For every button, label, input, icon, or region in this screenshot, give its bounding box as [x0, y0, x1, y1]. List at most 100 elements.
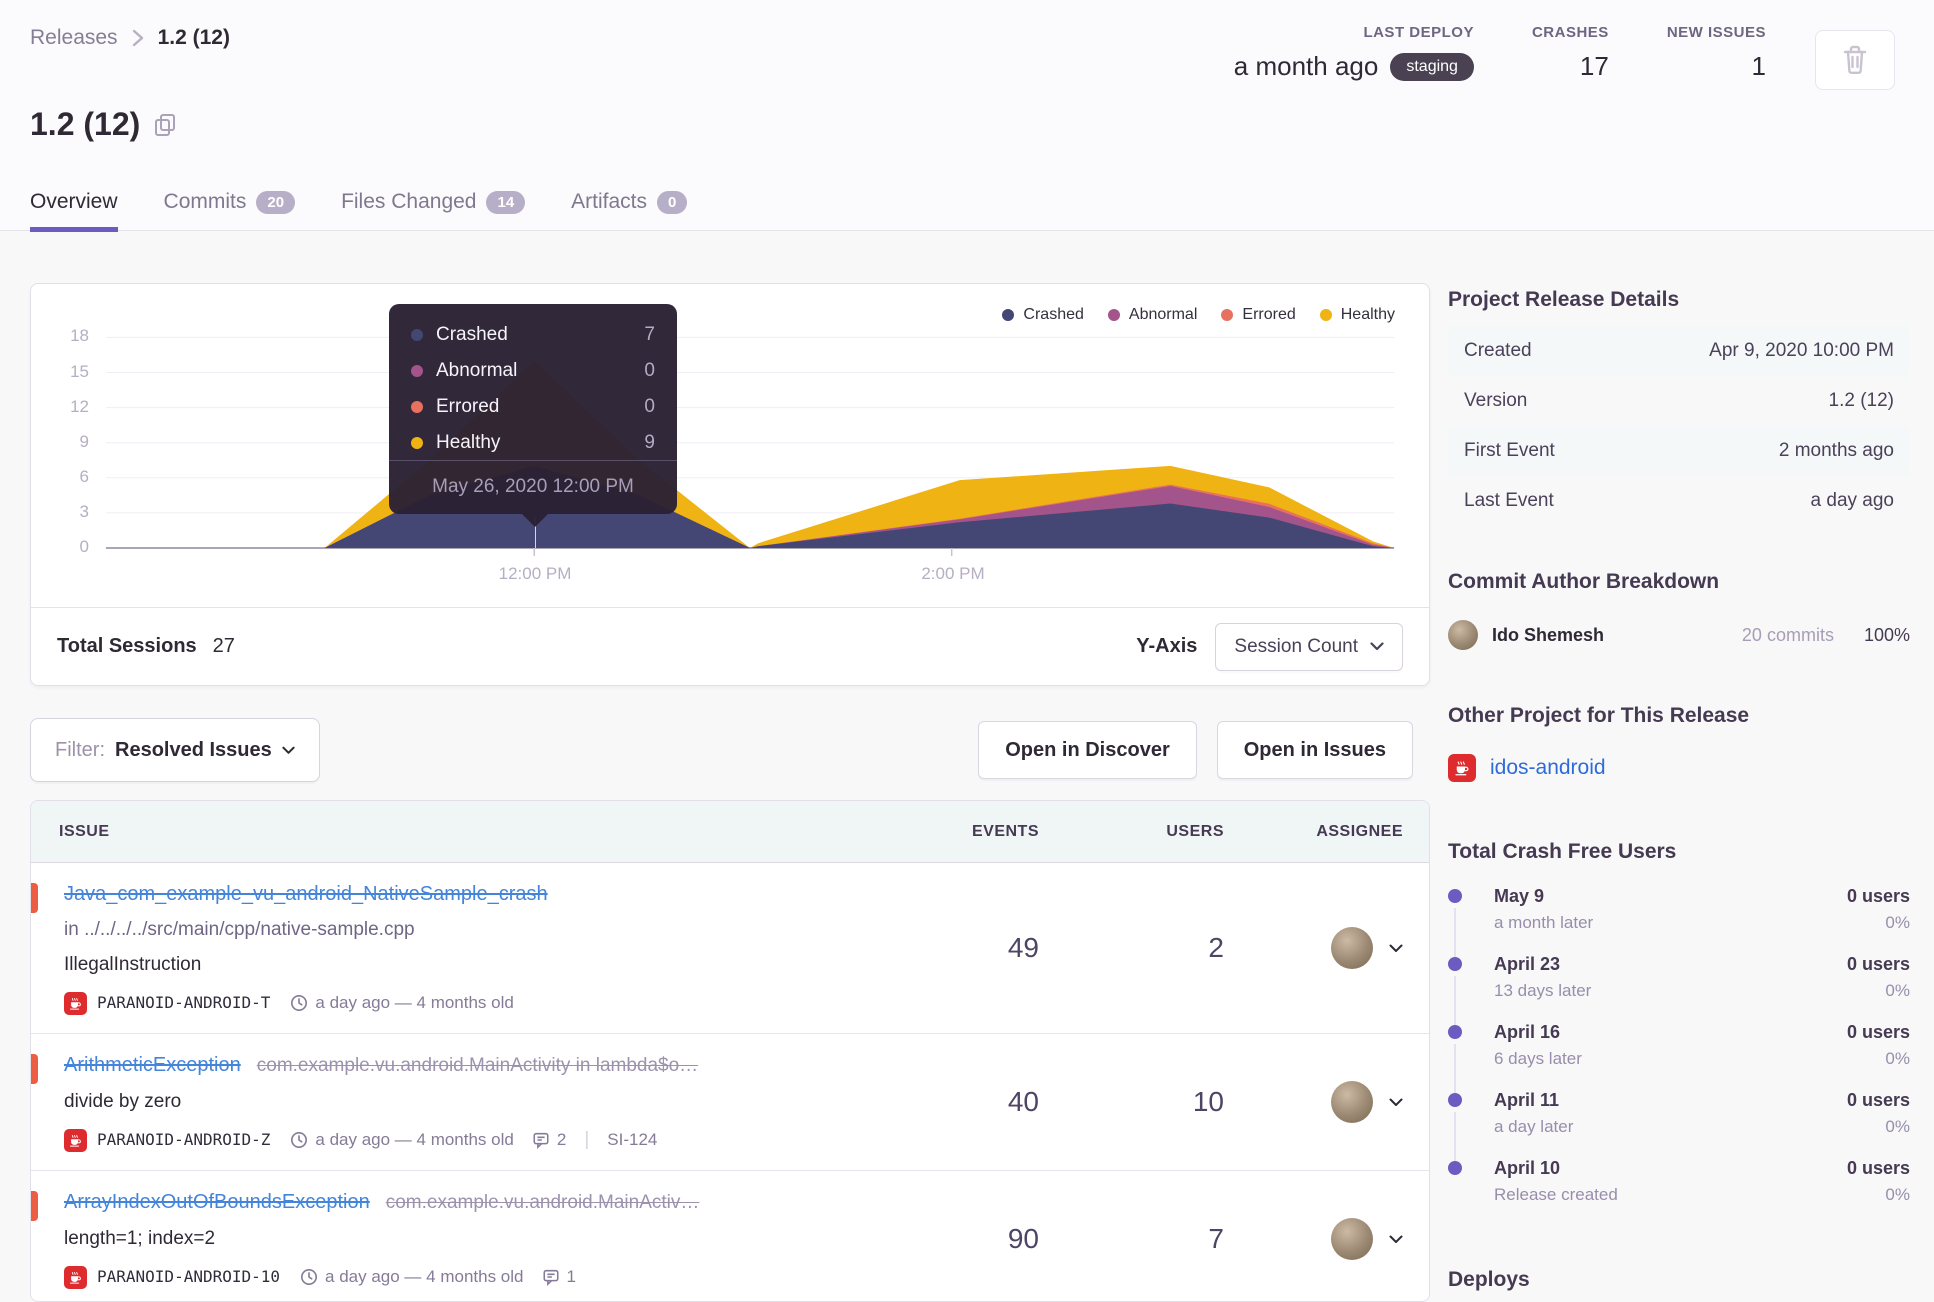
sessions-chart-card: 0 3 6 9 12 15 18 12:00 PM 2:00 PM Crashed Abnor…: [30, 283, 1430, 686]
clock-icon: [300, 1268, 318, 1286]
delete-release-button[interactable]: [1815, 30, 1895, 90]
sessions-area-chart-svg: [105, 336, 1395, 556]
legend-item-abnormal[interactable]: Abnormal: [1107, 306, 1198, 324]
timeline-dot-icon: [1448, 1161, 1462, 1175]
timeline-entry: May 9 a month later 0 users 0%: [1448, 886, 1910, 960]
project-slug: PARANOID-ANDROID-T: [97, 993, 271, 1012]
legend-item-errored[interactable]: Errored: [1221, 306, 1296, 324]
assignee-dropdown[interactable]: [1224, 927, 1429, 969]
assignee-avatar: [1331, 1218, 1373, 1260]
legend-abnormal-label: Abnormal: [1128, 306, 1198, 323]
tab-bar: Overview Commits 20 Files Changed 14 Art…: [30, 190, 688, 232]
assignee-dropdown[interactable]: [1224, 1081, 1429, 1123]
timeline-percent: 0%: [1885, 1117, 1910, 1136]
clock-icon: [290, 994, 308, 1012]
y-axis-select[interactable]: Session Count: [1215, 622, 1403, 671]
tooltip-errored-value: 0: [644, 396, 655, 417]
project-avatar-icon: [64, 991, 87, 1015]
chevron-down-icon: [1389, 1098, 1403, 1107]
chart-tooltip: Crashed 7 Abnormal 0 Errored 0 Healthy 9…: [389, 304, 677, 527]
breadcrumb-releases-link[interactable]: Releases: [30, 26, 118, 50]
chevron-down-icon: [282, 746, 295, 755]
issues-filter-dropdown[interactable]: Filter: Resolved Issues: [30, 718, 320, 782]
tooltip-crashed-value: 7: [644, 324, 655, 345]
issue-short-id: SI-124: [607, 1130, 658, 1149]
detail-row-first-event: First Event 2 months ago: [1448, 426, 1910, 476]
issue-title-link[interactable]: ArrayIndexOutOfBoundsException: [64, 1189, 370, 1215]
crashed-legend-dot: [1002, 309, 1015, 321]
other-project-link[interactable]: idos-android: [1490, 756, 1606, 780]
issue-row: ArrayIndexOutOfBoundsException com.examp…: [31, 1171, 1429, 1301]
issue-events-count: 90: [1007, 1223, 1039, 1254]
assignee-avatar: [1331, 927, 1373, 969]
detail-value: Apr 9, 2020 10:00 PM: [1709, 340, 1894, 361]
issue-culprit: com.example.vu.android.MainActivity in l…: [256, 1055, 699, 1076]
error-level-indicator: [31, 1191, 38, 1221]
crashes-value: 17: [1579, 51, 1609, 81]
comments-count: 1: [566, 1267, 576, 1286]
timeline-entry: April 11 a day later 0 users 0%: [1448, 1090, 1910, 1164]
tooltip-abnormal-label: Abnormal: [436, 360, 518, 381]
abnormal-legend-dot: [1107, 309, 1120, 321]
y-axis-selected-option: Session Count: [1234, 635, 1358, 657]
detail-value: 2 months ago: [1778, 440, 1894, 461]
open-in-discover-button[interactable]: Open in Discover: [978, 721, 1197, 779]
column-header-issue: ISSUE: [59, 822, 110, 840]
release-details-list: Created Apr 9, 2020 10:00 PM Version 1.2…: [1448, 326, 1910, 526]
assignee-dropdown[interactable]: [1224, 1218, 1429, 1260]
timeline-connector: [1454, 1044, 1456, 1096]
tooltip-abnormal-dot: [411, 365, 423, 377]
issue-users-count: 10: [1192, 1086, 1224, 1117]
copy-icon[interactable]: [154, 113, 176, 137]
issue-events-count: 49: [1007, 932, 1039, 963]
sidebar: Project Release Details Created Apr 9, 2…: [1448, 288, 1910, 1292]
tab-artifacts[interactable]: Artifacts 0: [571, 190, 688, 230]
header-stats: LAST DEPLOY a month ago staging CRASHES …: [1234, 24, 1766, 82]
issue-age: a day ago — 4 months old: [315, 993, 514, 1012]
total-sessions-value: 27: [212, 635, 235, 657]
tooltip-healthy-dot: [411, 437, 423, 449]
detail-value: 1.2 (12): [1828, 390, 1894, 411]
chart-legend: Crashed Abnormal Errored Healthy: [1002, 306, 1395, 324]
tab-overview[interactable]: Overview: [30, 190, 118, 232]
title-row: 1.2 (12): [30, 106, 176, 143]
error-level-indicator: [31, 883, 38, 913]
stat-last-deploy: LAST DEPLOY a month ago staging: [1234, 24, 1474, 82]
detail-row-created: Created Apr 9, 2020 10:00 PM: [1448, 326, 1910, 376]
author-commit-count: 20 commits: [1741, 624, 1834, 645]
legend-item-healthy[interactable]: Healthy: [1319, 306, 1395, 324]
chevron-down-icon: [1389, 944, 1403, 953]
tooltip-errored-dot: [411, 401, 423, 413]
timeline-connector: [1454, 908, 1456, 960]
legend-errored-label: Errored: [1242, 306, 1296, 323]
errored-legend-dot: [1221, 309, 1234, 321]
page-title: 1.2 (12): [30, 106, 141, 142]
issues-table: ISSUE EVENTS USERS ASSIGNEE Java_com_exa…: [30, 800, 1430, 1302]
crash-free-timeline: May 9 a month later 0 users 0% April 23 …: [1448, 886, 1910, 1226]
timeline-entry: April 23 13 days later 0 users 0%: [1448, 954, 1910, 1028]
legend-crashed-label: Crashed: [1023, 306, 1084, 323]
tooltip-errored-label: Errored: [436, 396, 500, 417]
comments-icon: [542, 1268, 560, 1286]
project-avatar-icon: [64, 1128, 87, 1152]
timeline-users: 0 users: [1846, 1158, 1910, 1178]
issue-row: Java_com_example_vu_android_NativeSample…: [31, 863, 1429, 1034]
open-in-issues-button[interactable]: Open in Issues: [1216, 721, 1413, 779]
project-slug: PARANOID-ANDROID-10: [97, 1267, 281, 1286]
detail-label: Created: [1464, 340, 1532, 361]
timeline-connector: [1454, 1112, 1456, 1164]
tab-commits[interactable]: Commits 20: [164, 190, 296, 230]
issue-title-link[interactable]: Java_com_example_vu_android_NativeSample…: [64, 881, 548, 907]
last-deploy-value: a month ago: [1233, 51, 1379, 81]
tooltip-date: May 26, 2020 12:00 PM: [432, 476, 634, 497]
sessions-chart[interactable]: 0 3 6 9 12 15 18 12:00 PM 2:00 PM Crashed Abnor…: [31, 284, 1429, 609]
legend-item-crashed[interactable]: Crashed: [1002, 306, 1084, 324]
environment-badge: staging: [1390, 52, 1474, 81]
timeline-dot-icon: [1448, 957, 1462, 971]
commit-author-heading: Commit Author Breakdown: [1448, 570, 1720, 593]
stat-crashes: CRASHES 17: [1532, 24, 1609, 82]
tab-files-changed[interactable]: Files Changed 14: [341, 190, 526, 230]
stat-new-issues: NEW ISSUES 1: [1667, 24, 1766, 82]
tab-artifacts-label: Artifacts: [571, 190, 648, 213]
issue-title-link[interactable]: ArithmeticException: [64, 1052, 241, 1078]
